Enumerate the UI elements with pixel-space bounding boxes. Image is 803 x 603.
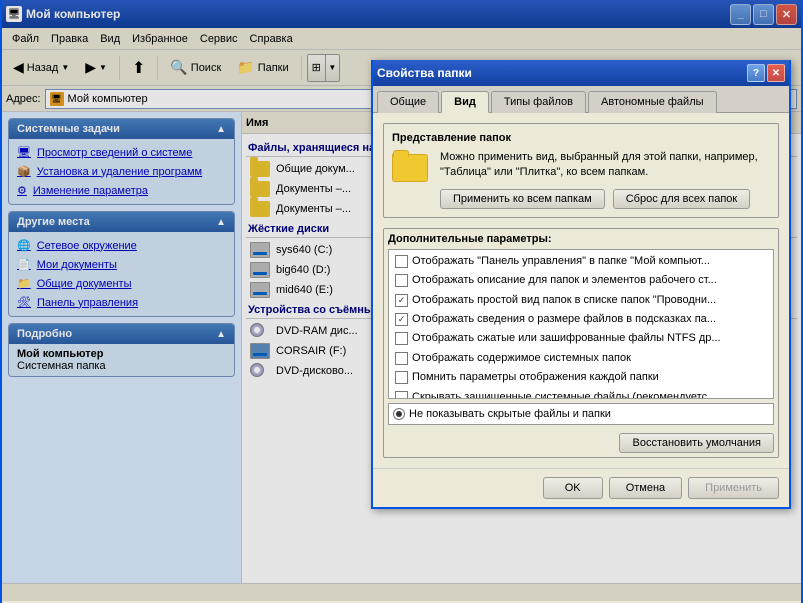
tab-view[interactable]: Вид [441, 91, 489, 113]
param-checkbox-1[interactable] [395, 274, 408, 287]
param-checkbox-7[interactable] [395, 391, 408, 399]
advanced-title: Дополнительные параметры: [388, 233, 774, 245]
param-item[interactable]: Отображать сжатые или зашифрованные файл… [391, 329, 771, 348]
dialog-title: Свойства папки [377, 66, 747, 80]
folder-view-title: Представление папок [392, 132, 770, 144]
radio-group: Не показывать скрытые файлы и папки [388, 403, 774, 425]
dialog-help-button[interactable]: ? [747, 64, 765, 82]
apply-to-all-button[interactable]: Применить ко всем папкам [440, 189, 605, 209]
param-item[interactable]: Отображать описание для папок и элементо… [391, 271, 771, 290]
tab-offline-files[interactable]: Автономные файлы [588, 91, 717, 113]
advanced-section: Дополнительные параметры: Отображать "Па… [383, 228, 779, 458]
folder-big-icon [392, 154, 428, 182]
radio-button[interactable] [393, 408, 405, 420]
param-text-4: Отображать сжатые или зашифрованные файл… [412, 331, 721, 346]
param-checkbox-4[interactable] [395, 332, 408, 345]
param-item[interactable]: Скрывать защищенные системные файлы (рек… [391, 388, 771, 399]
cancel-button[interactable]: Отмена [609, 477, 682, 499]
folder-view-content: Можно применить вид, выбранный для этой … [392, 150, 770, 209]
dialog-footer: OK Отмена Применить [373, 468, 789, 507]
restore-defaults-button[interactable]: Восстановить умолчания [619, 433, 774, 453]
dialog-content: Представление папок Можно применить вид,… [373, 113, 789, 468]
ok-button[interactable]: OK [543, 477, 603, 499]
folder-view-buttons: Применить ко всем папкам Сброс для всех … [440, 189, 770, 209]
param-text-0: Отображать "Панель управления" в папке "… [412, 254, 710, 269]
param-checkbox-0[interactable] [395, 255, 408, 268]
dialog-title-buttons: ? ✕ [747, 64, 785, 82]
param-item[interactable]: Помнить параметры отображения каждой пап… [391, 368, 771, 387]
folder-view-section: Представление папок Можно применить вид,… [383, 123, 779, 218]
folder-view-description: Можно применить вид, выбранный для этой … [440, 150, 770, 181]
param-text-6: Помнить параметры отображения каждой пап… [412, 370, 659, 385]
tab-file-types[interactable]: Типы файлов [491, 91, 586, 113]
param-item[interactable]: Отображать "Панель управления" в папке "… [391, 252, 771, 271]
dialog-tabs: Общие Вид Типы файлов Автономные файлы [373, 86, 789, 113]
folder-properties-dialog: Свойства папки ? ✕ Общие Вид Типы файлов… [371, 60, 791, 509]
param-checkbox-6[interactable] [395, 371, 408, 384]
param-item[interactable]: Отображать простой вид папок в списке па… [391, 291, 771, 310]
dialog-title-bar: Свойства папки ? ✕ [373, 60, 789, 86]
param-text-7: Скрывать защищенные системные файлы (рек… [412, 390, 716, 399]
dialog-close-button[interactable]: ✕ [767, 64, 785, 82]
param-item[interactable]: Отображать содержимое системных папок [391, 349, 771, 368]
params-list[interactable]: Отображать "Панель управления" в папке "… [388, 249, 774, 399]
param-text-3: Отображать сведения о размере файлов в п… [412, 312, 716, 327]
radio-item[interactable]: Не показывать скрытые файлы и папки [393, 408, 611, 420]
tab-general[interactable]: Общие [377, 91, 439, 113]
param-checkbox-3[interactable] [395, 313, 408, 326]
apply-button[interactable]: Применить [688, 477, 779, 499]
param-text-2: Отображать простой вид папок в списке па… [412, 293, 716, 308]
reset-all-button[interactable]: Сброс для всех папок [613, 189, 751, 209]
radio-label: Не показывать скрытые файлы и папки [409, 408, 611, 420]
param-checkbox-2[interactable] [395, 294, 408, 307]
param-text-1: Отображать описание для папок и элементо… [412, 273, 717, 288]
param-text-5: Отображать содержимое системных папок [412, 351, 631, 366]
main-window: 🖥 Мой компьютер _ □ ✕ Файл Правка Вид Из… [0, 0, 803, 603]
param-item[interactable]: Отображать сведения о размере файлов в п… [391, 310, 771, 329]
folder-view-icon [392, 150, 432, 182]
dialog-overlay: Свойства папки ? ✕ Общие Вид Типы файлов… [2, 0, 801, 601]
param-checkbox-5[interactable] [395, 352, 408, 365]
